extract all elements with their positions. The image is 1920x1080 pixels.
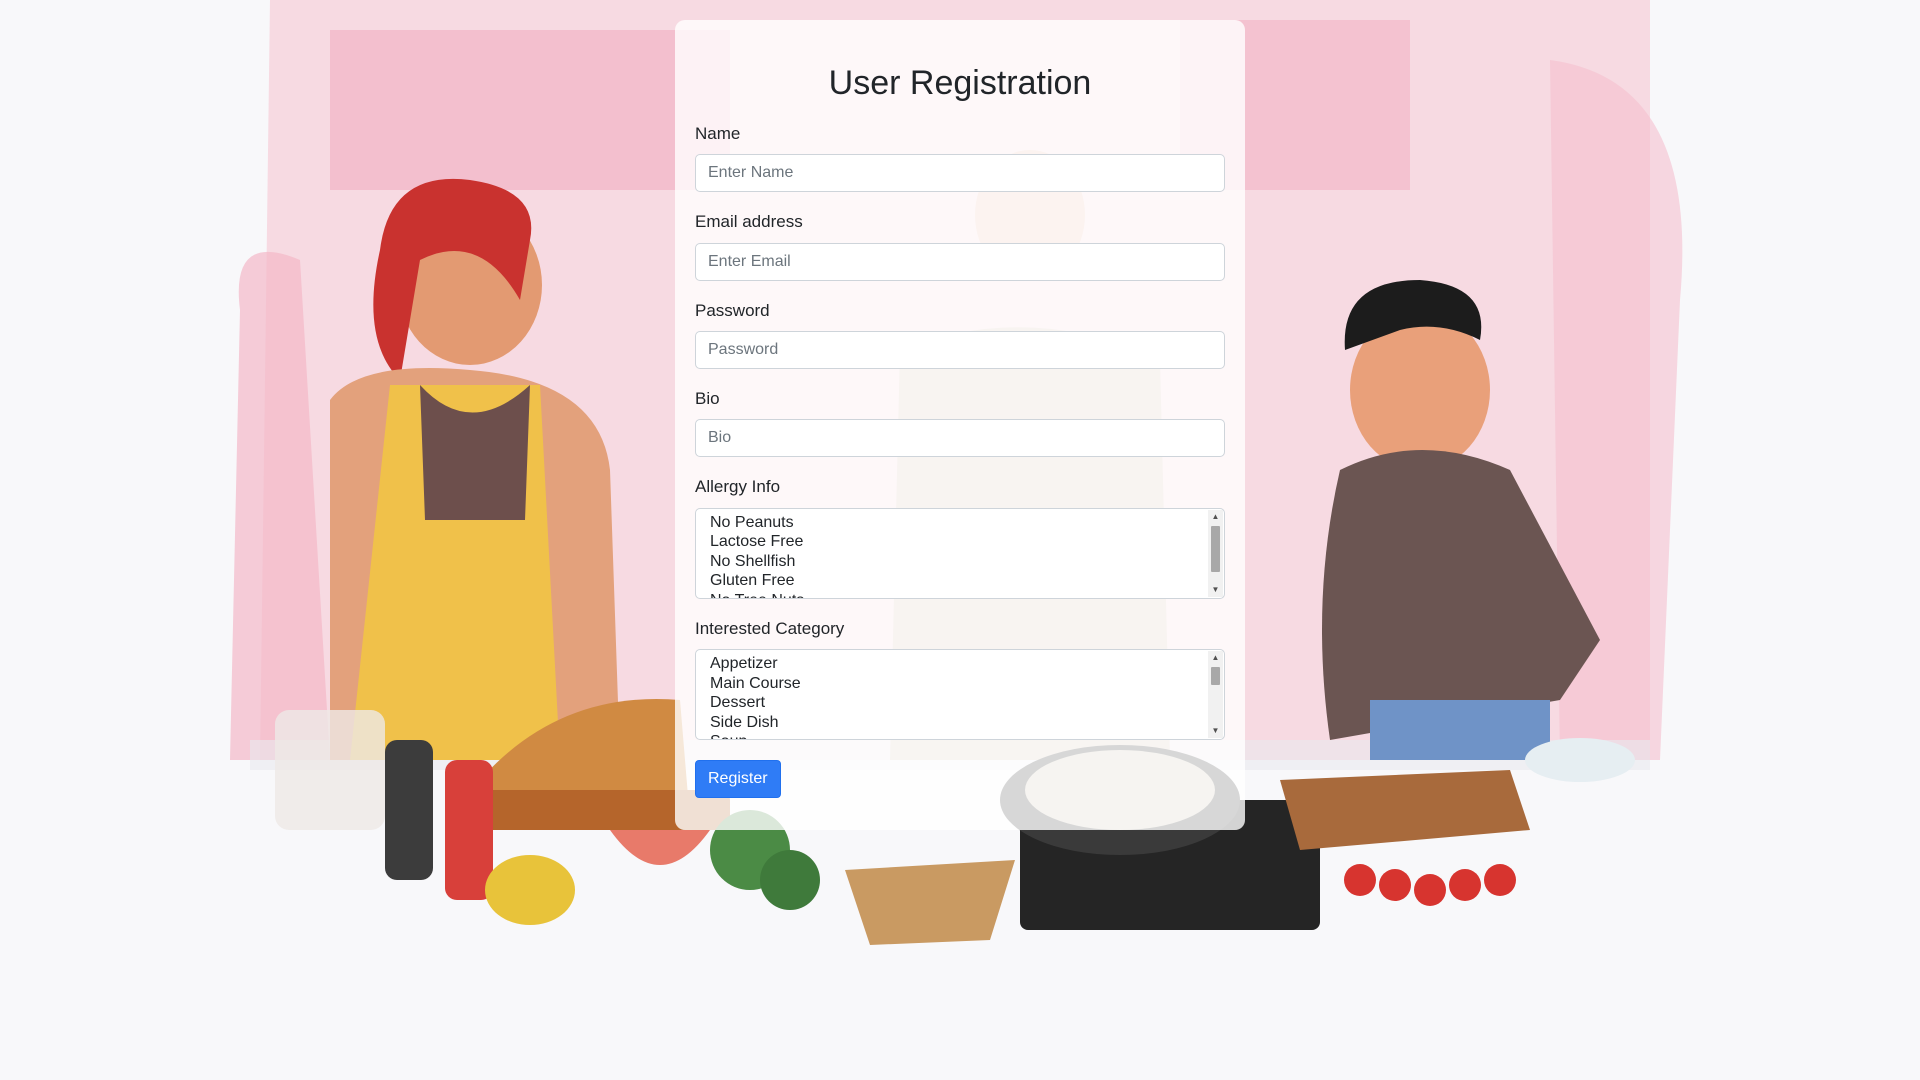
scroll-down-arrow-icon[interactable]: ▼ bbox=[1208, 583, 1223, 597]
category-label: Interested Category bbox=[695, 618, 845, 638]
allergy-option[interactable]: No Peanuts bbox=[710, 513, 1224, 533]
category-field-group: Interested Category Appetizer Main Cours… bbox=[695, 618, 1225, 741]
category-option[interactable]: Dessert bbox=[710, 693, 1224, 713]
allergy-scrollbar[interactable]: ▲ ▼ bbox=[1208, 509, 1223, 597]
category-option[interactable]: Side Dish bbox=[710, 713, 1224, 733]
scrollbar-thumb[interactable] bbox=[1211, 525, 1220, 572]
bio-label: Bio bbox=[695, 388, 720, 408]
bio-input[interactable] bbox=[695, 419, 1225, 458]
password-input[interactable] bbox=[695, 330, 1225, 369]
bio-field-group: Bio bbox=[695, 388, 1225, 458]
password-field-group: Password bbox=[695, 301, 1225, 369]
name-input[interactable] bbox=[695, 154, 1225, 193]
scrollbar-thumb[interactable] bbox=[1211, 667, 1220, 686]
allergy-option[interactable]: Gluten Free bbox=[710, 571, 1224, 591]
allergy-option[interactable]: Lactose Free bbox=[710, 532, 1224, 552]
password-label: Password bbox=[695, 300, 770, 320]
allergy-label: Allergy Info bbox=[695, 477, 781, 497]
register-button[interactable]: Register bbox=[695, 760, 781, 799]
email-label: Email address bbox=[695, 212, 803, 232]
scroll-up-arrow-icon[interactable]: ▲ bbox=[1208, 510, 1223, 524]
scroll-up-arrow-icon[interactable]: ▲ bbox=[1208, 651, 1223, 665]
allergy-option[interactable]: No Shellfish bbox=[710, 552, 1224, 572]
allergy-field-group: Allergy Info No Peanuts Lactose Free No … bbox=[695, 477, 1225, 599]
category-option[interactable]: Main Course bbox=[710, 674, 1224, 694]
category-multiselect[interactable]: Appetizer Main Course Dessert Side Dish … bbox=[695, 649, 1225, 741]
category-option[interactable]: Soup bbox=[710, 732, 1224, 739]
registration-card: User Registration Name Email address Pas… bbox=[675, 20, 1245, 830]
name-field-group: Name bbox=[695, 123, 1225, 193]
email-input[interactable] bbox=[695, 242, 1225, 281]
name-label: Name bbox=[695, 123, 741, 143]
category-scrollbar[interactable]: ▲ ▼ bbox=[1208, 651, 1223, 739]
category-option[interactable]: Appetizer bbox=[710, 654, 1224, 674]
page-title: User Registration bbox=[828, 64, 1092, 102]
scroll-down-arrow-icon[interactable]: ▼ bbox=[1208, 724, 1223, 738]
allergy-option[interactable]: No Tree Nuts bbox=[710, 591, 1224, 598]
email-field-group: Email address bbox=[695, 212, 1225, 281]
allergy-multiselect[interactable]: No Peanuts Lactose Free No Shellfish Glu… bbox=[695, 507, 1225, 599]
